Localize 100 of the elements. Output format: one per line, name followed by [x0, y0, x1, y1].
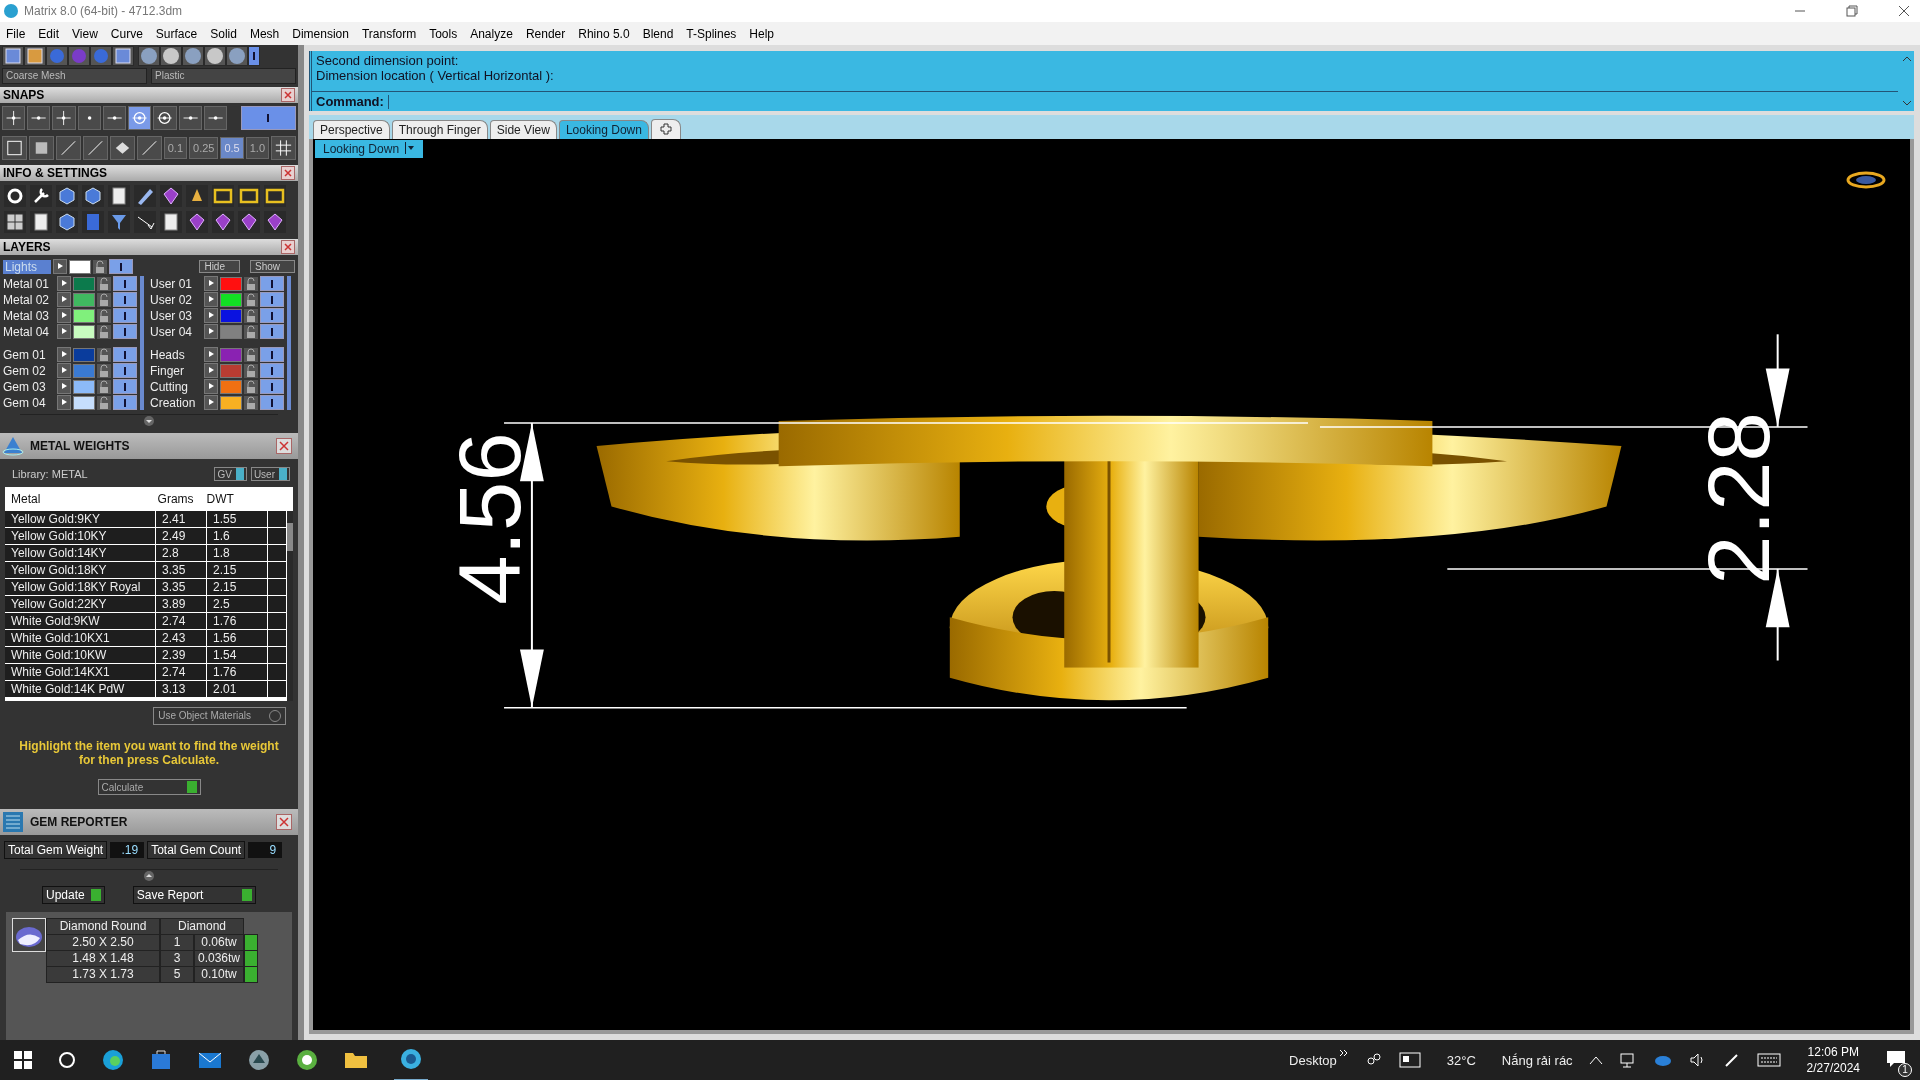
color-swatch[interactable] [73, 292, 95, 307]
table-cell[interactable]: 2.8 [156, 545, 207, 561]
gem-icon[interactable] [160, 185, 182, 207]
table-cell[interactable]: 1.54 [207, 647, 268, 663]
layer-name[interactable]: Metal 04 [3, 324, 55, 339]
menu-item[interactable]: Curve [110, 26, 143, 41]
app-icon[interactable] [400, 1047, 422, 1070]
use-object-materials-toggle[interactable]: Use Object Materials [153, 707, 286, 725]
play-icon[interactable] [57, 347, 71, 362]
table-cell[interactable]: 1.56 [207, 630, 268, 646]
tool-icon[interactable] [25, 47, 45, 65]
toggle-button[interactable] [249, 47, 259, 65]
grid-tool-icon[interactable] [28, 136, 54, 160]
play-icon[interactable] [204, 379, 218, 394]
toggle-button[interactable]: GV [214, 467, 247, 481]
table-cell[interactable]: 2.43 [156, 630, 207, 646]
visibility-toggle[interactable] [260, 324, 284, 339]
folder-icon[interactable] [344, 1050, 368, 1070]
store-icon[interactable] [150, 1049, 172, 1071]
menu-item[interactable]: T-Splines [686, 26, 737, 41]
visibility-toggle[interactable] [113, 324, 137, 339]
menu-item[interactable]: Dimension [292, 26, 349, 41]
grid-tool-icon[interactable] [55, 136, 81, 160]
play-icon[interactable] [204, 363, 218, 378]
color-swatch[interactable] [220, 308, 242, 323]
sphere-icon[interactable] [161, 47, 181, 65]
menu-item[interactable]: File [6, 26, 26, 41]
folder-icon[interactable] [212, 185, 234, 207]
play-icon[interactable] [57, 292, 71, 307]
folder-icon[interactable] [238, 185, 260, 207]
color-swatch[interactable] [220, 379, 242, 394]
view-tab[interactable]: Side View [489, 120, 557, 139]
table-cell[interactable]: White Gold:14KX1 [5, 664, 156, 680]
table-cell[interactable]: 2.01 [207, 681, 268, 697]
grid-value-button[interactable]: 0.1 [163, 137, 187, 159]
play-icon[interactable] [204, 292, 218, 307]
visibility-toggle[interactable] [109, 259, 133, 274]
pencil-icon[interactable] [134, 185, 156, 207]
layer-name[interactable]: User 02 [150, 292, 202, 307]
table-cell[interactable]: 2.15 [207, 562, 268, 578]
layer-name[interactable]: Creation [150, 395, 202, 410]
close-icon[interactable] [1898, 5, 1910, 17]
table-cell[interactable]: 1.55 [207, 511, 268, 527]
caret-up-icon[interactable] [1588, 1055, 1603, 1065]
color-swatch[interactable] [220, 276, 242, 291]
close-icon[interactable] [281, 88, 295, 102]
menu-item[interactable]: Solid [210, 26, 237, 41]
visibility-toggle[interactable] [260, 347, 284, 362]
lock-icon[interactable] [244, 324, 258, 339]
layer-name[interactable]: Metal 02 [3, 292, 55, 307]
gem-icon[interactable] [238, 211, 260, 233]
folder-icon[interactable] [264, 185, 286, 207]
app-icon[interactable] [296, 1049, 318, 1071]
color-swatch[interactable] [220, 347, 242, 362]
snap-icon[interactable] [153, 106, 177, 130]
table-cell[interactable]: 2.41 [156, 511, 207, 527]
caret-icon[interactable] [405, 142, 416, 154]
table-cell[interactable]: Yellow Gold:18KY Royal [5, 579, 156, 595]
column-header[interactable]: Metal [5, 492, 152, 506]
clock-date[interactable]: 2/27/2024 [1806, 1061, 1860, 1075]
visibility-toggle[interactable] [260, 395, 284, 410]
play-icon[interactable] [204, 395, 218, 410]
lock-icon[interactable] [97, 292, 111, 307]
layer-name[interactable]: User 01 [150, 276, 202, 291]
gem-icon[interactable] [264, 211, 286, 233]
table-cell[interactable]: 2.74 [156, 664, 207, 680]
lock-icon[interactable] [244, 379, 258, 394]
save-report-button[interactable]: Save Report [132, 886, 256, 904]
layer-name[interactable]: Gem 03 [3, 379, 55, 394]
material-dropdown[interactable]: Plastic [151, 68, 296, 84]
keyboard-icon[interactable] [1756, 1053, 1781, 1067]
color-swatch[interactable] [220, 324, 242, 339]
temperature-text[interactable]: 32°C [1446, 1052, 1476, 1068]
lock-icon[interactable] [244, 276, 258, 291]
table-cell[interactable]: 3.35 [156, 562, 207, 578]
table-cell[interactable]: 2.15 [207, 579, 268, 595]
lock-icon[interactable] [97, 276, 111, 291]
table-cell[interactable]: 1.8 [207, 545, 268, 561]
table-cell[interactable]: 2.5 [207, 596, 268, 612]
table-cell[interactable]: 3.89 [156, 596, 207, 612]
color-swatch[interactable] [220, 395, 242, 410]
visibility-toggle[interactable] [113, 308, 137, 323]
lock-icon[interactable] [97, 379, 111, 394]
app-icon[interactable] [248, 1049, 270, 1071]
mesh-dropdown[interactable]: Coarse Mesh [2, 68, 147, 84]
color-swatch[interactable] [73, 347, 95, 362]
people-icon[interactable] [1364, 1052, 1383, 1068]
lock-icon[interactable] [97, 308, 111, 323]
cube-icon[interactable] [56, 211, 78, 233]
layer-name[interactable]: Gem 04 [3, 395, 55, 410]
visibility-toggle[interactable] [113, 395, 137, 410]
ring-icon[interactable] [1846, 169, 1886, 191]
lock-icon[interactable] [93, 259, 107, 274]
close-icon[interactable] [281, 240, 295, 254]
play-icon[interactable] [57, 324, 71, 339]
add-tab-icon[interactable] [659, 123, 672, 135]
menu-item[interactable]: Help [749, 26, 775, 41]
menu-item[interactable]: Analyze [470, 26, 513, 41]
play-icon[interactable] [204, 324, 218, 339]
cube-icon[interactable] [56, 185, 78, 207]
